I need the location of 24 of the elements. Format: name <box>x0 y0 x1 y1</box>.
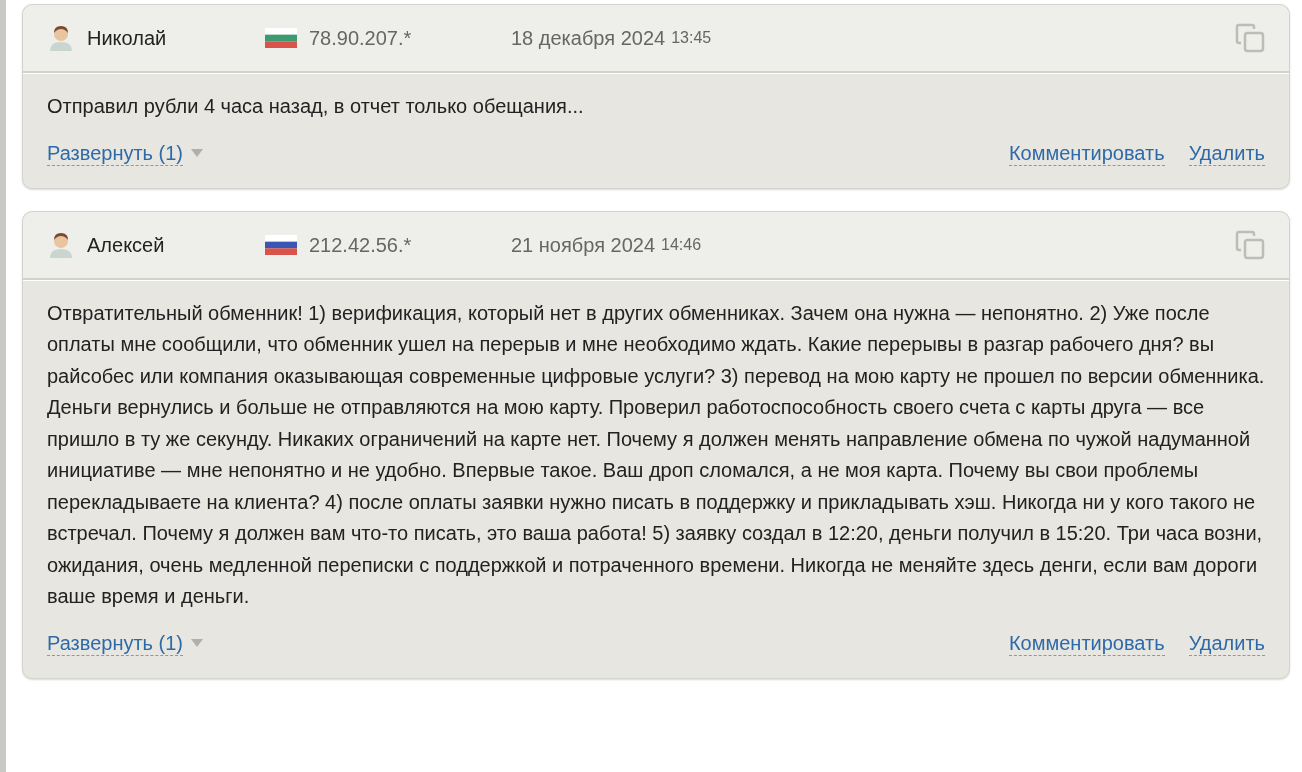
copy-icon[interactable] <box>1235 229 1265 260</box>
user-avatar-icon <box>47 230 75 259</box>
comment-text: Отправил рубли 4 часа назад, в отчет только обещания... <box>47 94 585 119</box>
action-link[interactable]: Удалить <box>1188 630 1265 656</box>
comment-time: 13:45 <box>671 28 712 48</box>
ip-address: 212.42.56.* <box>309 232 413 258</box>
action-link[interactable]: Удалить <box>1188 140 1265 166</box>
expand-link[interactable]: Развернуть (1) <box>47 140 183 166</box>
user-avatar-icon <box>47 24 75 52</box>
flag-icon <box>265 28 297 48</box>
action-link[interactable]: Комментировать <box>1008 140 1165 166</box>
flag-icon <box>265 234 297 255</box>
comment-date: 21 ноября 2024 <box>511 232 656 258</box>
expand-link[interactable]: Развернуть (1) <box>47 630 183 656</box>
ip-address: 78.90.207.* <box>309 26 413 51</box>
author-name: Алексей <box>87 232 166 258</box>
comment-time: 14:46 <box>661 234 702 255</box>
comment-date: 18 декабря 2024 <box>511 26 666 51</box>
caret-down-icon[interactable] <box>191 149 203 157</box>
comment-text: Отвратительный обменник! 1) верификация, который нет в других обменниках. Зачем она нужна — непонятно. 2) Уже после оплаты мне сообщили, что обменник ушел на перерыв и мне необходимо ждать. Какие перерывы в разгар рабочего дня? вы райсобес или компания оказывающая современные цифровые услуги? 3) перевод на мою карту не прошел по версии обменника. Деньги вернулись и больше не отправляются на мою карту. Проверил работоспособность своего счета с карты друга — все пришло в ту же секунду. Никаких ограничений на карте нет. Почему я должен менять направление обмена по чужой надуманной инициативе — мне непонятно и не удобно. Впервые такое. Ваш дроп сломался, а не моя карта. Почему вы свои проблемы перекладываете на клиента? 4) после оплаты заявки нужно писать в поддержку и прикладывать хэш. Никогда ни у кого такого не встречал. Почему я должен вам что-то писать, это ваша работа! 5) заявку создал в 12:20, деньги получил в 15:20. Три часа возни, ожидания, очень медленной переписки с поддержкой и потраченного времени. Никогда не меняйте здесь денги, если вам дороги ваше время и деньги. <box>47 300 1265 609</box>
author-name: Николай <box>87 26 168 51</box>
caret-down-icon[interactable] <box>191 639 203 647</box>
action-link[interactable]: Комментировать <box>1008 630 1165 656</box>
copy-icon[interactable] <box>1235 23 1265 53</box>
